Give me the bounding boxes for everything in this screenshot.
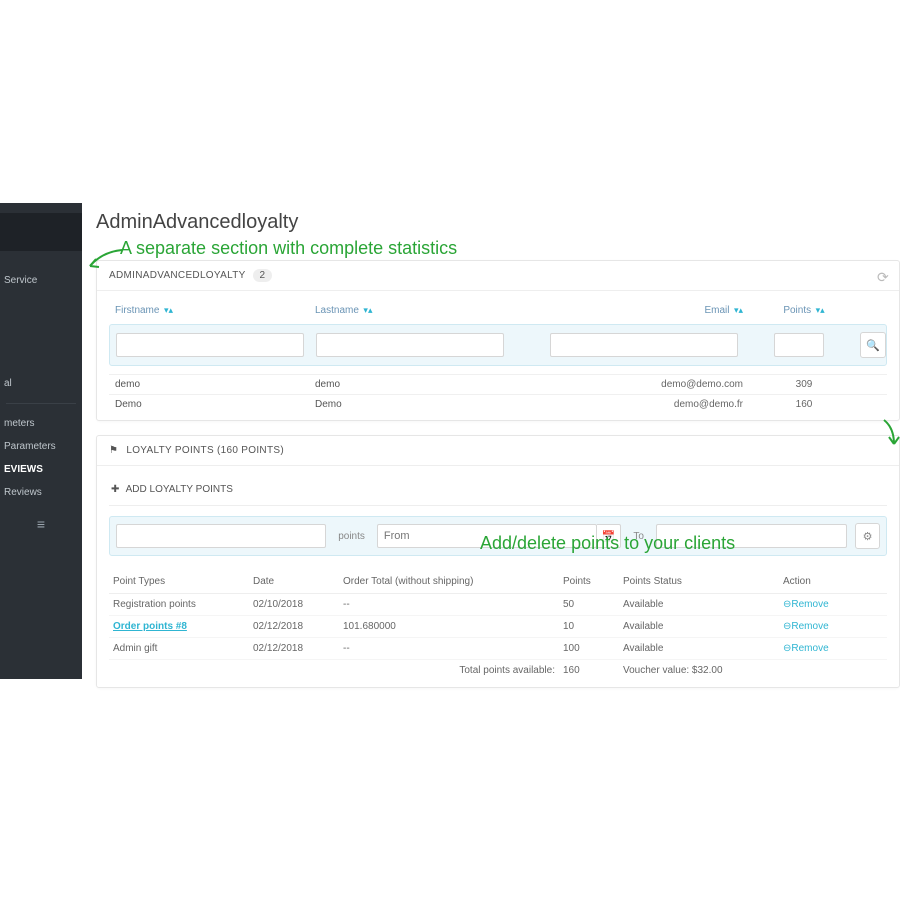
remove-icon: ⊖ xyxy=(783,599,791,610)
annotation-text: A separate section with complete statist… xyxy=(120,238,457,259)
cell-points: 50 xyxy=(559,594,619,616)
page-title: AdminAdvancedloyalty xyxy=(82,203,900,234)
th-action: Action xyxy=(779,570,887,594)
cell-type[interactable]: Order points #8 xyxy=(109,616,249,638)
th-order-total: Order Total (without shipping) xyxy=(339,570,559,594)
cell-action[interactable]: ⊖Remove xyxy=(779,594,887,616)
panel-head: ADMINADVANCEDLOYALTY 2 ⟳ xyxy=(97,261,899,291)
count-badge: 2 xyxy=(253,269,273,282)
th-points[interactable]: Points ▾▴ xyxy=(749,301,859,320)
collapse-sidebar-icon[interactable]: ≡ xyxy=(0,516,82,532)
th-lastname[interactable]: Lastname ▾▴ xyxy=(309,301,509,320)
sidebar-item[interactable]: Parameters xyxy=(0,435,82,458)
sidebar-item[interactable]: al xyxy=(0,372,82,395)
table-row: Admin gift02/12/2018--100Available⊖Remov… xyxy=(109,638,887,660)
table-row[interactable]: demo demo demo@demo.com 309 xyxy=(109,374,887,394)
summary-row: Total points available:160Voucher value:… xyxy=(109,660,887,682)
sort-icon: ▾▴ xyxy=(361,305,373,315)
cell-status: Available xyxy=(619,594,779,616)
summary-voucher: Voucher value: $32.00 xyxy=(619,660,779,682)
annotation-text: Add/delete points to your clients xyxy=(480,533,735,554)
th-points: Points xyxy=(559,570,619,594)
panel-loyalty-points: ⚑ LOYALTY POINTS (160 POINTS) ✚ ADD LOYA… xyxy=(96,435,900,688)
cell-date: 02/12/2018 xyxy=(249,616,339,638)
remove-icon: ⊖ xyxy=(783,643,791,654)
filter-points[interactable] xyxy=(774,333,824,357)
cell-type: Admin gift xyxy=(109,638,249,660)
th-status: Points Status xyxy=(619,570,779,594)
panel-head: ⚑ LOYALTY POINTS (160 POINTS) xyxy=(97,436,899,466)
th-email[interactable]: Email ▾▴ xyxy=(549,301,749,320)
th-date: Date xyxy=(249,570,339,594)
filter-firstname[interactable] xyxy=(116,333,304,357)
summary-label: Total points available: xyxy=(339,660,559,682)
cell-date: 02/10/2018 xyxy=(249,594,339,616)
plus-icon: ✚ xyxy=(111,484,119,495)
points-table: Point Types Date Order Total (without sh… xyxy=(109,570,887,681)
cell-order-total: -- xyxy=(339,594,559,616)
sort-icon: ▾▴ xyxy=(813,305,825,315)
add-loyalty-heading: ✚ ADD LOYALTY POINTS xyxy=(109,476,887,506)
cell-type: Registration points xyxy=(109,594,249,616)
filter-email[interactable] xyxy=(550,333,738,357)
sidebar-active-highlight xyxy=(0,213,82,251)
points-label: points xyxy=(334,531,369,542)
remove-icon: ⊖ xyxy=(783,621,791,632)
cell-order-total: -- xyxy=(339,638,559,660)
annotation-arrow-icon xyxy=(84,246,124,274)
table-row[interactable]: Demo Demo demo@demo.fr 160 xyxy=(109,394,887,414)
flag-icon: ⚑ xyxy=(109,445,118,456)
panel-customers-loyalty: ADMINADVANCEDLOYALTY 2 ⟳ Firstname ▾▴ La… xyxy=(96,260,900,421)
summary-points: 160 xyxy=(559,660,619,682)
cell-status: Available xyxy=(619,616,779,638)
panel-title: LOYALTY POINTS (160 POINTS) xyxy=(126,445,284,456)
sidebar-item-reviews[interactable]: Reviews xyxy=(0,481,82,504)
filter-lastname[interactable] xyxy=(316,333,504,357)
cell-points: 10 xyxy=(559,616,619,638)
sidebar-item[interactable]: meters xyxy=(0,412,82,435)
cell-action[interactable]: ⊖Remove xyxy=(779,638,887,660)
settings-button[interactable]: ⚙ xyxy=(855,523,880,549)
cell-date: 02/12/2018 xyxy=(249,638,339,660)
table-row: Registration points02/10/2018--50Availab… xyxy=(109,594,887,616)
cell-order-total: 101.680000 xyxy=(339,616,559,638)
main-content: AdminAdvancedloyalty ADMINADVANCEDLOYALT… xyxy=(82,203,900,702)
sidebar-item[interactable] xyxy=(0,257,82,269)
search-button[interactable]: 🔍 xyxy=(860,332,886,358)
table-row: Order points #802/12/2018101.68000010Ava… xyxy=(109,616,887,638)
th-firstname[interactable]: Firstname ▾▴ xyxy=(109,301,309,320)
cell-status: Available xyxy=(619,638,779,660)
sidebar: Service al meters Parameters EVIEWS Revi… xyxy=(0,203,82,679)
filter-row: 🔍 xyxy=(109,324,887,366)
sort-icon: ▾▴ xyxy=(731,305,743,315)
cell-action[interactable]: ⊖Remove xyxy=(779,616,887,638)
sidebar-item-service[interactable]: Service xyxy=(0,269,82,292)
th-point-types: Point Types xyxy=(109,570,249,594)
sidebar-heading-reviews: EVIEWS xyxy=(0,458,82,481)
cell-points: 100 xyxy=(559,638,619,660)
refresh-icon[interactable]: ⟳ xyxy=(877,269,889,286)
panel-title: ADMINADVANCEDLOYALTY xyxy=(109,270,245,281)
points-input[interactable] xyxy=(116,524,326,548)
annotation-arrow-icon xyxy=(880,418,900,448)
sort-icon: ▾▴ xyxy=(161,305,173,315)
